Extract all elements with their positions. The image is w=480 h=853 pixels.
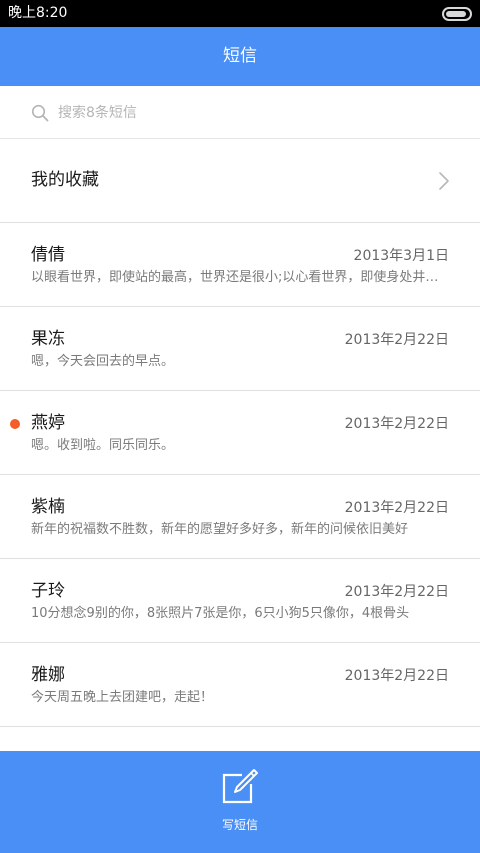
conversation-item[interactable]: 紫楠 2013年2月22日 新年的祝福数不胜数，新年的愿望好多好多，新年的问候依… [0,475,480,559]
conversation-item[interactable]: 倩倩 2013年3月1日 以眼看世界，即使站的最高，世界还是很小;以心看世界，即… [0,223,480,307]
conversation-item[interactable]: 果冻 2013年2月22日 嗯，今天会回去的早点。 [0,307,480,391]
chevron-right-icon [439,172,449,190]
conversation-name: 燕婷 [31,413,65,433]
compose-label: 写短信 [221,818,258,832]
search-bar[interactable] [0,86,480,139]
conversation-date: 2013年2月22日 [344,416,449,432]
conversation-date: 2013年2月22日 [344,500,449,516]
conversation-name: 果冻 [31,329,65,349]
conversation-list: 倩倩 2013年3月1日 以眼看世界，即使站的最高，世界还是很小;以心看世界，即… [0,223,480,727]
favorites-label: 我的收藏 [31,170,99,190]
search-icon [31,104,49,122]
battery-icon [442,7,472,21]
conversation-date: 2013年2月22日 [344,332,449,348]
unread-dot [10,419,20,429]
conversation-date: 2013年2月22日 [344,668,449,684]
conversation-date: 2013年3月1日 [353,248,449,264]
conversation-preview: 新年的祝福数不胜数，新年的愿望好多好多，新年的问候依旧美好 [31,522,409,537]
compose-icon [222,769,258,804]
search-input[interactable] [58,100,438,126]
conversation-preview: 今天周五晚上去团建吧，走起！ [31,690,214,705]
conversation-name: 倩倩 [31,245,65,265]
title-bar: 短信 [0,27,480,86]
battery-level [446,11,466,17]
conversation-preview: 以眼看世界，即使站的最高，世界还是很小;以心看世界，即使身处井底，世界也会很大 [31,270,449,285]
conversation-preview: 10分想念9别的你，8张照片7张是你，6只小狗5只像你，4根骨头 [31,606,410,621]
conversation-item[interactable]: 子玲 2013年2月22日 10分想念9别的你，8张照片7张是你，6只小狗5只像… [0,559,480,643]
conversation-name: 紫楠 [31,497,65,517]
conversation-name: 子玲 [31,581,65,601]
conversation-preview: 嗯，今天会回去的早点。 [31,354,175,369]
sms-app-screen: 晚上8:20 短信 我的收藏 倩倩 2013年3月1日 以眼看世界，即使站的最高… [0,0,480,853]
page-title: 短信 [223,46,257,66]
conversation-date: 2013年2月22日 [344,584,449,600]
favorites-row[interactable]: 我的收藏 [0,139,480,223]
conversation-preview: 嗯。收到啦。同乐同乐。 [31,438,175,453]
status-bar: 晚上8:20 [0,0,480,27]
conversation-name: 雅娜 [31,665,65,685]
conversation-item[interactable]: 燕婷 2013年2月22日 嗯。收到啦。同乐同乐。 [0,391,480,475]
compose-button[interactable]: 写短信 [190,761,290,841]
status-time: 晚上8:20 [8,5,68,21]
bottom-bar: 写短信 [0,751,480,853]
conversation-item[interactable]: 雅娜 2013年2月22日 今天周五晚上去团建吧，走起！ [0,643,480,727]
